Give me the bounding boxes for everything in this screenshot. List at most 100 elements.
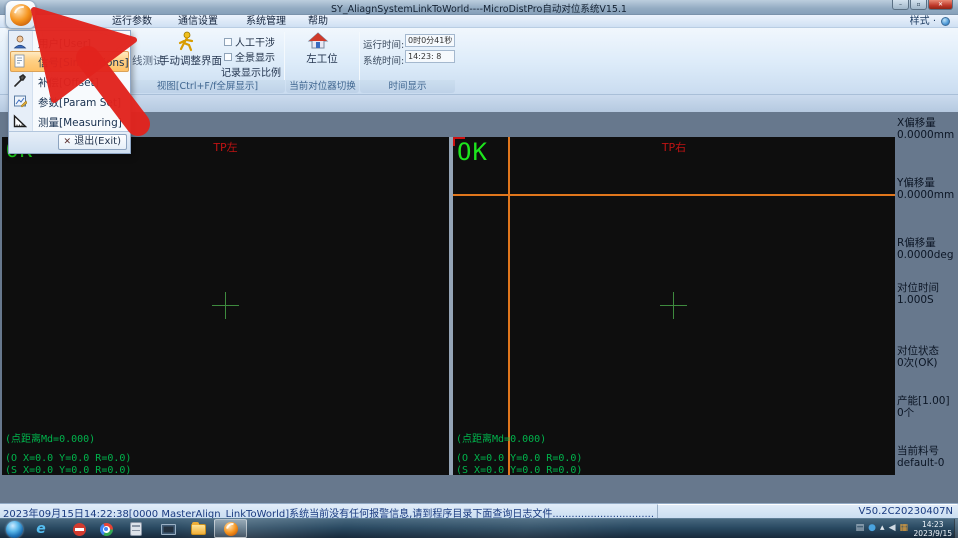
crosshair-icon [673,292,674,319]
maximize-button[interactable]: ▫ [910,0,927,10]
right-offset-s-readout: (S X=0.0 Y=0.0 R=0.0) [456,465,582,476]
camera-panel-right[interactable]: OK TP右 (点距离Md=0.000) (O X=0.0 Y=0.0 R=0.… [453,137,895,475]
ribbon-toolbar: 线测试 手动调整界面 人工干涉 全景显示 记录显示比例 左工位 运行时间: 0时… [0,28,958,95]
metric-x-offset: X偏移量 0.0000mm [897,117,957,141]
simulations-icon [13,54,27,68]
tray-network-icon[interactable]: ● [868,522,876,534]
home-station-icon[interactable] [307,32,329,49]
tray-show-hidden-icon[interactable]: ▴ [880,522,885,534]
runtime-label: 运行时间: [363,37,404,51]
manual-adjust-button[interactable]: 手动调整界面 [159,53,222,68]
app-menu-footer: ✕ 退出(Exit) [9,131,130,153]
ribbon-group-view: 视图[Ctrl+F/f全屏显示] [130,80,285,93]
menu-bar: 运行参数 通信设置 系统管理 帮助 样式 · [0,15,958,28]
taskbar-microdist-app-active[interactable] [214,519,247,538]
metric-value: 0.0000mm [897,129,957,141]
metric-label: 对位时间 [897,282,957,294]
internet-explorer-icon: e [36,521,46,537]
system-tray: ▤ ● ▴ ◀ ▦ [856,522,908,534]
app-menu-label: 补偿[Offset] [38,75,99,90]
walking-person-icon[interactable] [176,31,196,52]
camera-panel-left[interactable]: OK TP左 (点距离Md=0.000) (O X=0.0 Y=0.0 R=0.… [2,137,449,475]
app-menu-item-user[interactable]: 用户[User] [9,32,130,52]
microdist-app-icon [224,522,238,536]
menu-run-params[interactable]: 运行参数 [112,15,152,28]
app-menu-dropdown: 用户[User] 信号[Simulations] 补偿[Offset] 参数[P… [8,30,131,154]
close-button[interactable]: ✕ [928,0,953,10]
runtime-field: 0时0分41秒 [405,34,455,47]
help-icon[interactable] [941,17,950,26]
tray-message-icon[interactable]: ▤ [856,522,865,534]
tray-ime-icon[interactable]: ▦ [899,522,908,534]
menu-style[interactable]: 样式 · [910,15,936,28]
left-station-button[interactable]: 左工位 [300,51,344,66]
metric-value: 0次(OK) [897,357,957,369]
show-desktop-button[interactable] [954,519,958,538]
metric-capacity: 产能[1.00] 0个 [897,395,957,419]
metric-label: 对位状态 [897,345,957,357]
taskbar-clock[interactable]: 14:23 2023/9/15 [914,520,952,538]
metric-align-time: 对位时间 1.000S [897,282,957,306]
taskbar-chrome[interactable] [95,521,117,537]
exit-button[interactable]: ✕ 退出(Exit) [58,134,127,150]
exit-label: 退出(Exit) [74,136,121,147]
microdist-logo-icon [10,4,32,26]
metric-value: 0.0000mm [897,189,957,201]
metric-value: 1.000S [897,294,957,306]
app-menu-item-simulations[interactable]: 信号[Simulations] [9,51,130,71]
metric-label: Y偏移量 [897,177,957,189]
panorama-checkbox[interactable]: 全景显示 [224,49,275,64]
metric-value: 0个 [897,407,957,419]
windows-start-button[interactable] [3,521,25,537]
status-bar: 2023年09月15日14:22:38[0000 MasterAlign_Lin… [0,503,958,518]
metric-value: 0.0000deg [897,249,957,261]
metric-label: 产能[1.00] [897,395,957,407]
menu-help[interactable]: 帮助 [308,15,328,28]
app-menu-item-param[interactable]: 参数[Param Set] [9,91,130,111]
version-label: V50.2C20230407N [657,504,957,518]
left-offset-o-readout: (O X=0.0 Y=0.0 R=0.0) [5,453,131,464]
monitor-icon [161,524,176,535]
app-menu-item-offset[interactable]: 补偿[Offset] [9,71,130,91]
menu-system-admin[interactable]: 系统管理 [246,15,286,28]
record-scale-button[interactable]: 记录显示比例 [221,64,281,79]
metric-align-status: 对位状态 0次(OK) [897,345,957,369]
window-title: SY_AliagnSystemLinkToWorld----MicroDistP… [0,1,958,15]
app-orb-button[interactable] [5,0,36,29]
metric-r-offset: R偏移量 0.0000deg [897,237,957,261]
taskbar-folder[interactable] [187,521,209,537]
ribbon-group-station: 当前对位器切换 [286,80,359,93]
close-x-icon: ✕ [64,137,72,147]
app-menu-label: 信号[Simulations] [38,55,129,70]
clock-time: 14:23 [914,520,952,529]
folder-icon [191,524,206,535]
client-area: OK TP左 (点距离Md=0.000) (O X=0.0 Y=0.0 R=0.… [0,112,958,503]
clock-date: 2023/9/15 [914,529,952,538]
menu-comm-settings[interactable]: 通信设置 [178,15,218,28]
taskbar-calculator[interactable] [125,521,147,537]
checkbox-icon[interactable] [224,53,232,61]
param-icon [13,94,27,108]
application-window: SY_AliagnSystemLinkToWorld----MicroDistP… [0,0,958,538]
right-offset-o-readout: (O X=0.0 Y=0.0 R=0.0) [456,453,582,464]
ribbon-group-time: 时间显示 [360,80,455,93]
minimize-button[interactable]: – [892,0,909,10]
crosshair-icon [225,292,226,319]
taskbar-internet-explorer[interactable]: e [30,521,52,537]
no-entry-icon [73,523,86,536]
ribbon-separator [359,32,360,80]
user-icon [13,35,27,49]
manual-intervention-checkbox[interactable]: 人工干涉 [224,34,275,49]
left-offset-s-readout: (S X=0.0 Y=0.0 R=0.0) [5,465,131,476]
taskbar-blocked-app[interactable] [68,521,90,537]
checkbox-icon[interactable] [224,38,232,46]
tray-volume-icon[interactable]: ◀ [889,522,896,534]
app-menu-item-measuring[interactable]: 测量[Measuring] [9,111,130,131]
metric-y-offset: Y偏移量 0.0000mm [897,177,957,201]
systime-label: 系统时间: [363,53,404,67]
taskbar-display-settings[interactable] [157,521,179,537]
ribbon-separator [284,32,285,80]
metric-value: default-0 [897,457,957,469]
systime-field: 14:23: 8 [405,50,455,63]
calculator-icon [130,522,142,536]
